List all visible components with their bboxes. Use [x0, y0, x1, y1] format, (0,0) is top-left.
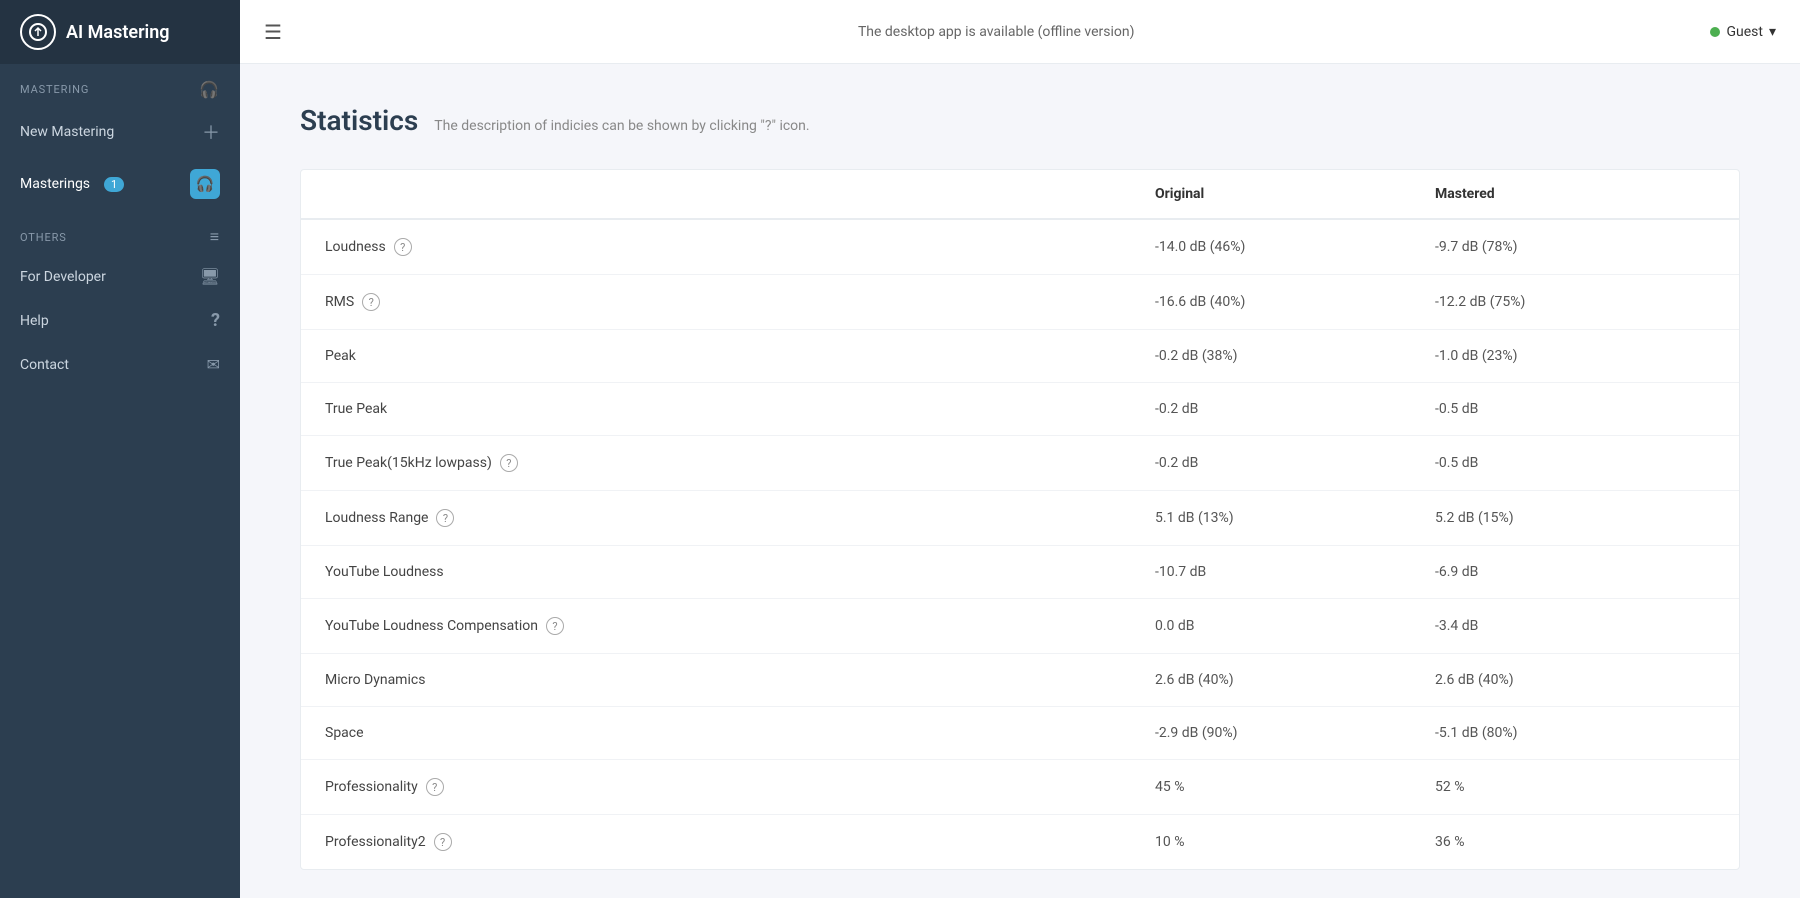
table-row: Space -2.9 dB (90%) -5.1 dB (80%)	[301, 707, 1739, 760]
page-title: Statistics	[300, 104, 418, 137]
col-metric-label	[325, 186, 1155, 202]
menu-icon: ≡	[210, 227, 220, 247]
original-value: -16.6 dB (40%)	[1155, 294, 1435, 310]
metric-name: Professionality2 ?	[325, 833, 1155, 851]
user-menu[interactable]: Guest ▾	[1710, 24, 1776, 40]
masterings-count: 1	[104, 177, 124, 192]
sidebar-item-new-mastering[interactable]: New Mastering ＋	[0, 107, 240, 157]
user-label: Guest	[1726, 24, 1762, 40]
table-row: Loudness ? -14.0 dB (46%) -9.7 dB (78%)	[301, 220, 1739, 275]
help-icon[interactable]: ?	[362, 293, 380, 311]
mastered-value: -0.5 dB	[1435, 401, 1715, 417]
app-title: AI Mastering	[66, 22, 170, 43]
metric-name: True Peak	[325, 401, 1155, 417]
desktop-app-notice: The desktop app is available (offline ve…	[858, 24, 1135, 40]
table-body: Loudness ? -14.0 dB (46%) -9.7 dB (78%) …	[301, 220, 1739, 869]
help-icon[interactable]: ?	[394, 238, 412, 256]
original-value: -14.0 dB (46%)	[1155, 239, 1435, 255]
contact-label: Contact	[20, 357, 69, 373]
table-row: Professionality ? 45 % 52 %	[301, 760, 1739, 815]
metric-name: Peak	[325, 348, 1155, 364]
mastered-value: -3.4 dB	[1435, 618, 1715, 634]
help-icon[interactable]: ?	[436, 509, 454, 527]
mail-icon: ✉	[207, 355, 220, 374]
table-row: YouTube Loudness -10.7 dB -6.9 dB	[301, 546, 1739, 599]
mastered-value: -1.0 dB (23%)	[1435, 348, 1715, 364]
metric-name: YouTube Loudness Compensation ?	[325, 617, 1155, 635]
mastered-value: 52 %	[1435, 779, 1715, 795]
table-row: YouTube Loudness Compensation ? 0.0 dB -…	[301, 599, 1739, 654]
original-value: 5.1 dB (13%)	[1155, 510, 1435, 526]
others-section-label: OTHERS ≡	[0, 211, 240, 255]
mastered-value: -12.2 dB (75%)	[1435, 294, 1715, 310]
topbar: ☰ The desktop app is available (offline …	[240, 0, 1800, 64]
table-row: True Peak -0.2 dB -0.5 dB	[301, 383, 1739, 436]
mastered-value: -6.9 dB	[1435, 564, 1715, 580]
mastered-value: -5.1 dB (80%)	[1435, 725, 1715, 741]
table-row: Loudness Range ? 5.1 dB (13%) 5.2 dB (15…	[301, 491, 1739, 546]
hamburger-menu-icon[interactable]: ☰	[264, 20, 282, 44]
headphones-icon: 🎧	[199, 80, 220, 99]
sidebar-logo: AI Mastering	[0, 0, 240, 64]
mastered-value: -9.7 dB (78%)	[1435, 239, 1715, 255]
metric-name: RMS ?	[325, 293, 1155, 311]
metric-name: Loudness ?	[325, 238, 1155, 256]
headphones-active-icon: 🎧	[190, 169, 220, 199]
metric-name: Space	[325, 725, 1155, 741]
metric-name: Micro Dynamics	[325, 672, 1155, 688]
col-original-header: Original	[1155, 186, 1435, 202]
mastered-value: 2.6 dB (40%)	[1435, 672, 1715, 688]
statistics-table: Original Mastered Loudness ? -14.0 dB (4…	[300, 169, 1740, 870]
logo-icon	[20, 14, 56, 50]
original-value: 0.0 dB	[1155, 618, 1435, 634]
masterings-label: Masterings	[20, 176, 90, 192]
question-icon: ?	[211, 310, 220, 331]
original-value: -2.9 dB (90%)	[1155, 725, 1435, 741]
help-icon[interactable]: ?	[500, 454, 518, 472]
main-area: ☰ The desktop app is available (offline …	[240, 0, 1800, 898]
help-icon[interactable]: ?	[434, 833, 452, 851]
original-value: 10 %	[1155, 834, 1435, 850]
original-value: 45 %	[1155, 779, 1435, 795]
col-mastered-header: Mastered	[1435, 186, 1715, 202]
sidebar-item-help[interactable]: Help ?	[0, 298, 240, 343]
add-icon: ＋	[202, 119, 220, 145]
for-developer-label: For Developer	[20, 269, 106, 285]
metric-name: YouTube Loudness	[325, 564, 1155, 580]
mastered-value: -0.5 dB	[1435, 455, 1715, 471]
sidebar-item-contact[interactable]: Contact ✉	[0, 343, 240, 386]
chevron-down-icon: ▾	[1769, 24, 1776, 40]
user-online-dot	[1710, 27, 1720, 37]
table-row: RMS ? -16.6 dB (40%) -12.2 dB (75%)	[301, 275, 1739, 330]
original-value: -0.2 dB	[1155, 401, 1435, 417]
original-value: -0.2 dB (38%)	[1155, 348, 1435, 364]
metric-name: Loudness Range ?	[325, 509, 1155, 527]
monitor-icon: 🖥	[200, 267, 220, 286]
help-icon[interactable]: ?	[546, 617, 564, 635]
original-value: -0.2 dB	[1155, 455, 1435, 471]
sidebar: AI Mastering MASTERING 🎧 New Mastering ＋…	[0, 0, 240, 898]
mastered-value: 36 %	[1435, 834, 1715, 850]
table-row: True Peak(15kHz lowpass) ? -0.2 dB -0.5 …	[301, 436, 1739, 491]
metric-name: True Peak(15kHz lowpass) ?	[325, 454, 1155, 472]
page-header: Statistics The description of indicies c…	[300, 104, 1740, 137]
table-row: Peak -0.2 dB (38%) -1.0 dB (23%)	[301, 330, 1739, 383]
sidebar-item-for-developer[interactable]: For Developer 🖥	[0, 255, 240, 298]
original-value: -10.7 dB	[1155, 564, 1435, 580]
help-label: Help	[20, 313, 49, 329]
original-value: 2.6 dB (40%)	[1155, 672, 1435, 688]
new-mastering-label: New Mastering	[20, 124, 114, 140]
sidebar-item-masterings[interactable]: Masterings 1 🎧	[0, 157, 240, 211]
mastering-section-label: MASTERING 🎧	[0, 64, 240, 107]
page-subtitle: The description of indicies can be shown…	[434, 118, 809, 134]
page-content: Statistics The description of indicies c…	[240, 64, 1800, 898]
table-row: Professionality2 ? 10 % 36 %	[301, 815, 1739, 869]
table-header: Original Mastered	[301, 170, 1739, 220]
metric-name: Professionality ?	[325, 778, 1155, 796]
mastered-value: 5.2 dB (15%)	[1435, 510, 1715, 526]
help-icon[interactable]: ?	[426, 778, 444, 796]
table-row: Micro Dynamics 2.6 dB (40%) 2.6 dB (40%)	[301, 654, 1739, 707]
